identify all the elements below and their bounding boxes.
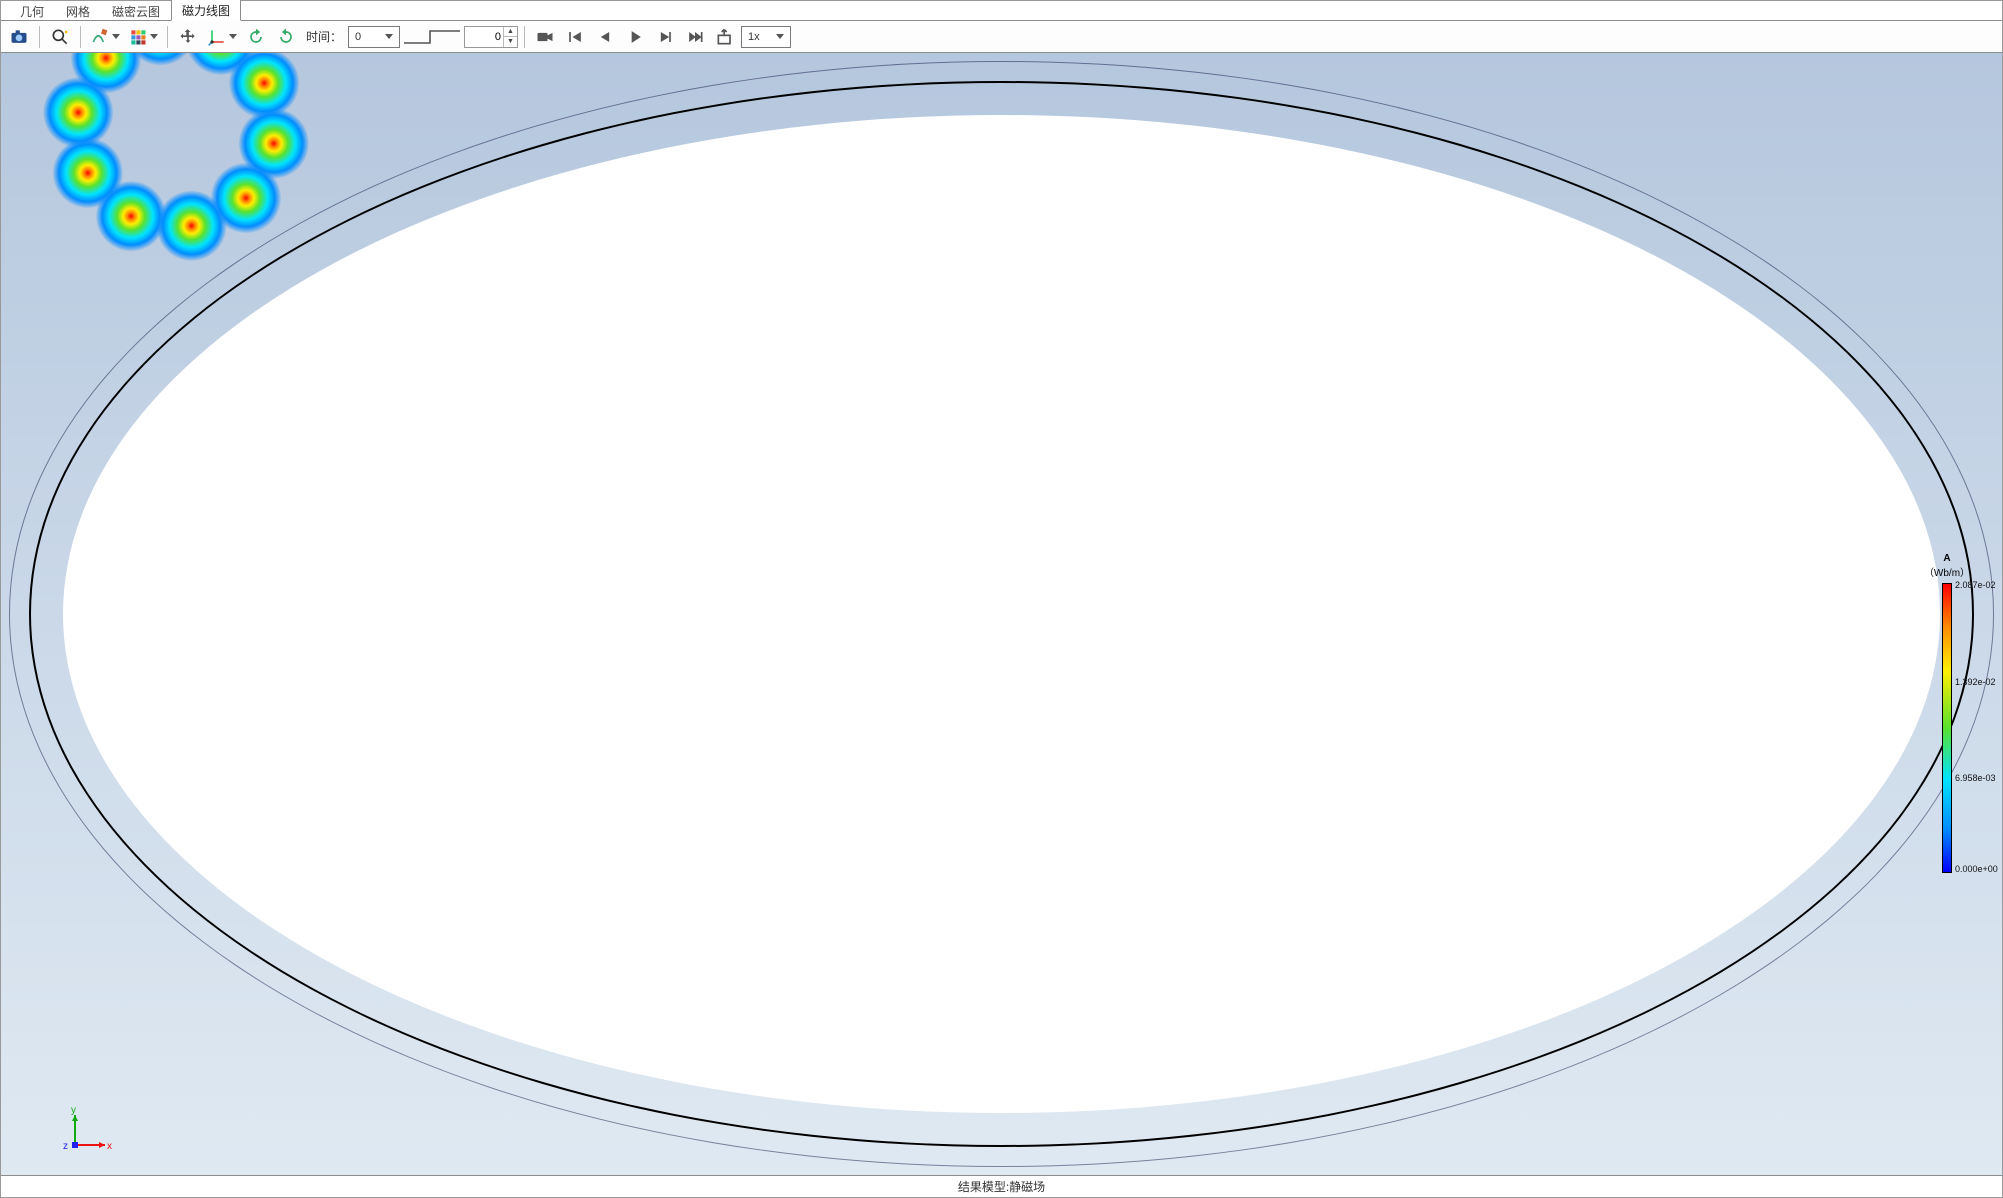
legend-tick: 1.392e-02 bbox=[1955, 677, 1996, 687]
appearance-dropdown[interactable] bbox=[87, 24, 123, 50]
time-select-value: 0 bbox=[355, 31, 383, 43]
toolbar-separator bbox=[167, 26, 168, 48]
prev-frame-button[interactable] bbox=[591, 24, 619, 50]
chevron-down-icon bbox=[385, 34, 393, 39]
spinner-up-button[interactable]: ▲ bbox=[503, 27, 517, 38]
step-graphic bbox=[402, 25, 462, 49]
export-animation-button[interactable] bbox=[711, 24, 739, 50]
next-frame-button[interactable] bbox=[651, 24, 679, 50]
legend-tick: 2.087e-02 bbox=[1955, 580, 1996, 590]
view-cube-dropdown[interactable] bbox=[125, 24, 161, 50]
tab-geometry[interactable]: 几何 bbox=[9, 0, 55, 21]
field-plot bbox=[1, 53, 211, 263]
axis-triad: x y z bbox=[61, 1105, 121, 1155]
legend-unit: （Wb/m） bbox=[1912, 564, 1982, 579]
result-tabs: 几何 网格 磁密云图 磁力线图 bbox=[1, 1, 2002, 21]
axis-x-label: x bbox=[107, 1141, 112, 1152]
rotate-ccw-button[interactable] bbox=[242, 24, 270, 50]
legend-colorbar: 2.087e-02 1.392e-02 6.958e-03 0.000e+00 bbox=[1942, 583, 1952, 873]
tab-fieldlines[interactable]: 磁力线图 bbox=[171, 0, 241, 21]
toolbar-separator bbox=[524, 26, 525, 48]
step-spinner-input[interactable] bbox=[465, 27, 503, 47]
chevron-down-icon bbox=[776, 34, 784, 39]
chevron-down-icon bbox=[150, 34, 158, 39]
chevron-down-icon bbox=[112, 34, 120, 39]
speed-select[interactable]: 1x bbox=[741, 26, 791, 48]
graphics-viewport[interactable]: x y z A （Wb/m） 2.087e-02 1.392e-02 6.958… bbox=[1, 53, 2002, 1175]
legend-tick: 6.958e-03 bbox=[1955, 773, 1996, 783]
tab-flux-density[interactable]: 磁密云图 bbox=[101, 0, 171, 21]
chevron-down-icon bbox=[229, 34, 237, 39]
spinner-down-button[interactable]: ▼ bbox=[503, 37, 517, 47]
axis-z-label: z bbox=[63, 1141, 68, 1152]
legend-quantity: A bbox=[1912, 553, 1982, 564]
play-button[interactable] bbox=[621, 24, 649, 50]
toolbar-separator bbox=[39, 26, 40, 48]
record-button[interactable] bbox=[531, 24, 559, 50]
zoom-fit-button[interactable] bbox=[46, 24, 74, 50]
time-select[interactable]: 0 bbox=[348, 26, 400, 48]
tab-label: 网格 bbox=[66, 5, 90, 19]
status-bar: 结果模型:静磁场 bbox=[1, 1175, 2002, 1197]
speed-select-value: 1x bbox=[748, 31, 774, 43]
pan-button[interactable] bbox=[174, 24, 202, 50]
status-text: 结果模型:静磁场 bbox=[958, 1178, 1045, 1195]
toolbar-separator bbox=[80, 26, 81, 48]
tab-label: 磁力线图 bbox=[182, 4, 230, 18]
tab-mesh[interactable]: 网格 bbox=[55, 0, 101, 21]
screenshot-button[interactable] bbox=[5, 24, 33, 50]
last-frame-button[interactable] bbox=[681, 24, 709, 50]
view-toolbar: 时间： 0 ▲ ▼ bbox=[1, 21, 2002, 53]
axis-orient-dropdown[interactable] bbox=[204, 24, 240, 50]
axis-y-label: y bbox=[71, 1105, 76, 1116]
rotate-cw-button[interactable] bbox=[272, 24, 300, 50]
tab-label: 几何 bbox=[20, 5, 44, 19]
color-legend: A （Wb/m） 2.087e-02 1.392e-02 6.958e-03 0… bbox=[1912, 553, 1982, 873]
first-frame-button[interactable] bbox=[561, 24, 589, 50]
time-label: 时间： bbox=[302, 28, 346, 45]
step-spinner[interactable]: ▲ ▼ bbox=[464, 26, 518, 48]
tab-label: 磁密云图 bbox=[112, 5, 160, 19]
legend-tick: 0.000e+00 bbox=[1955, 864, 1998, 874]
